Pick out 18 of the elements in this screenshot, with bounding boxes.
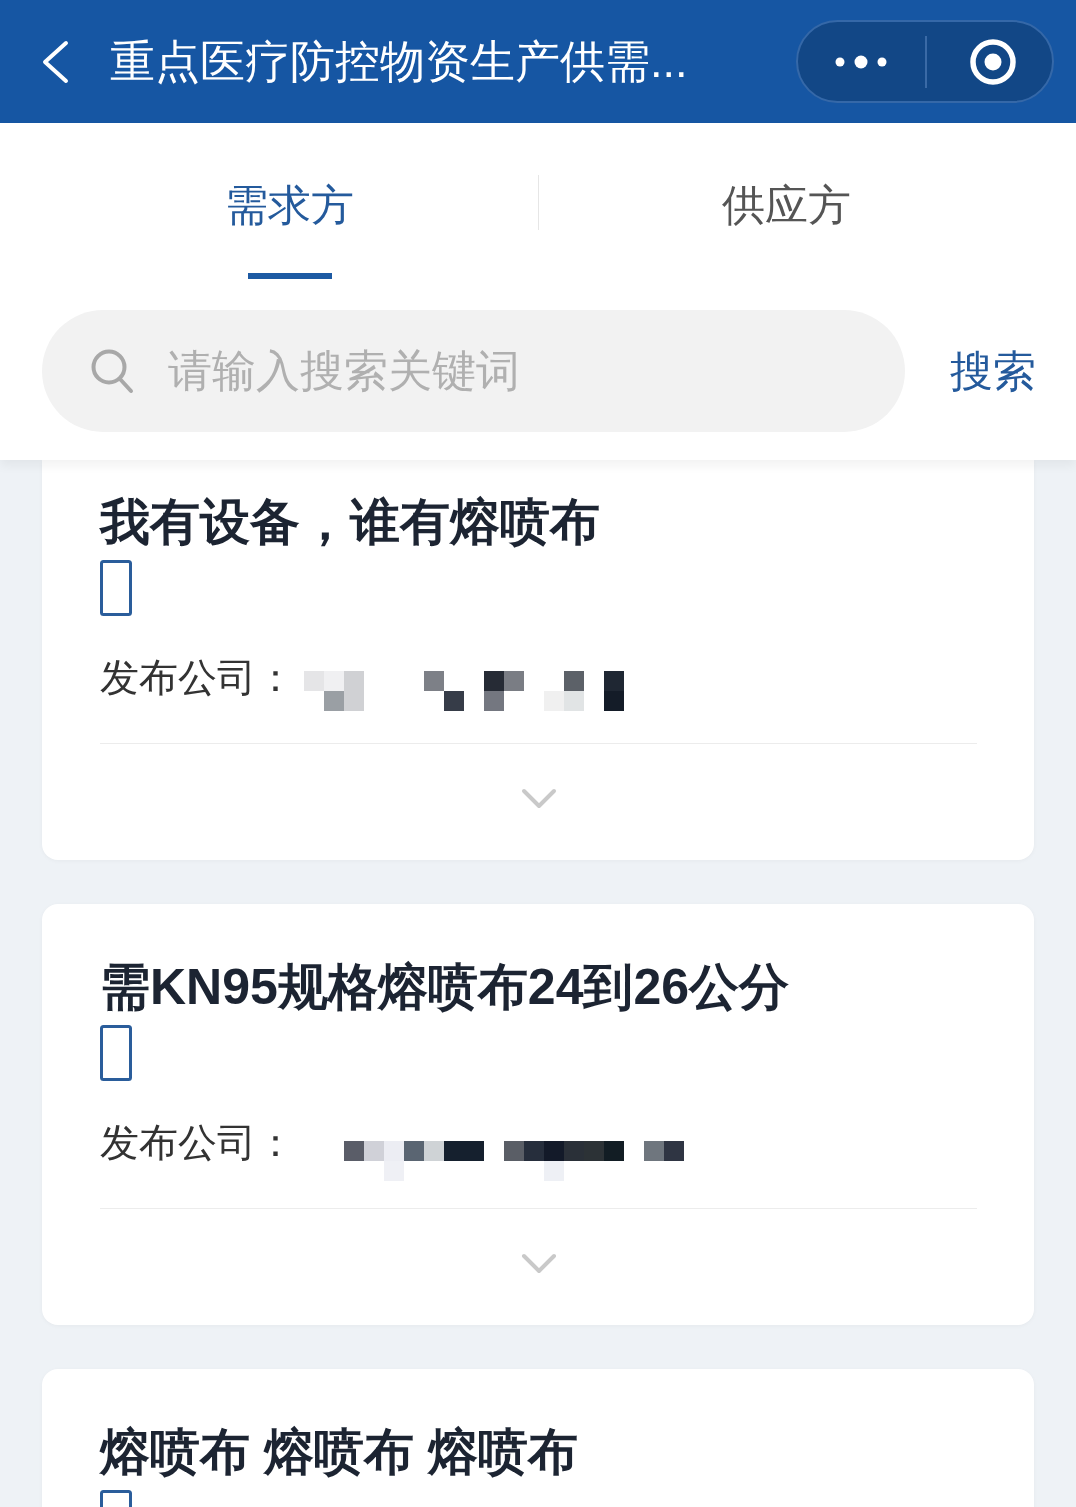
- window-title: 重点医疗防控物资生产供需...: [110, 34, 688, 89]
- post-title: 熔喷布 熔喷布 熔喷布: [100, 1423, 579, 1482]
- post-card[interactable]: 我有设备，谁有熔喷布 发布公司：: [42, 460, 1034, 860]
- company-label: 发布公司：: [100, 1120, 295, 1166]
- post-card[interactable]: 需KN95规格熔喷布24到26公分 发布公司：: [42, 904, 1034, 1325]
- search-icon: [90, 348, 134, 394]
- post-card[interactable]: 熔喷布 熔喷布 熔喷布: [42, 1369, 1034, 1507]
- post-title: 我有设备，谁有熔喷布: [100, 493, 601, 552]
- tab[interactable]: 供应方: [538, 123, 1034, 283]
- more-icon[interactable]: [835, 54, 887, 69]
- rectangle-outline-icon: [100, 1025, 132, 1081]
- company-label: 发布公司：: [100, 655, 295, 701]
- back-icon[interactable]: [40, 39, 70, 84]
- circle-dot-icon[interactable]: [969, 37, 1017, 86]
- tab[interactable]: 需求方: [42, 123, 538, 283]
- rectangle-outline-icon: [100, 560, 132, 616]
- post-title: 需KN95规格熔喷布24到26公分: [100, 958, 791, 1017]
- search-link[interactable]: 搜索: [950, 346, 1036, 396]
